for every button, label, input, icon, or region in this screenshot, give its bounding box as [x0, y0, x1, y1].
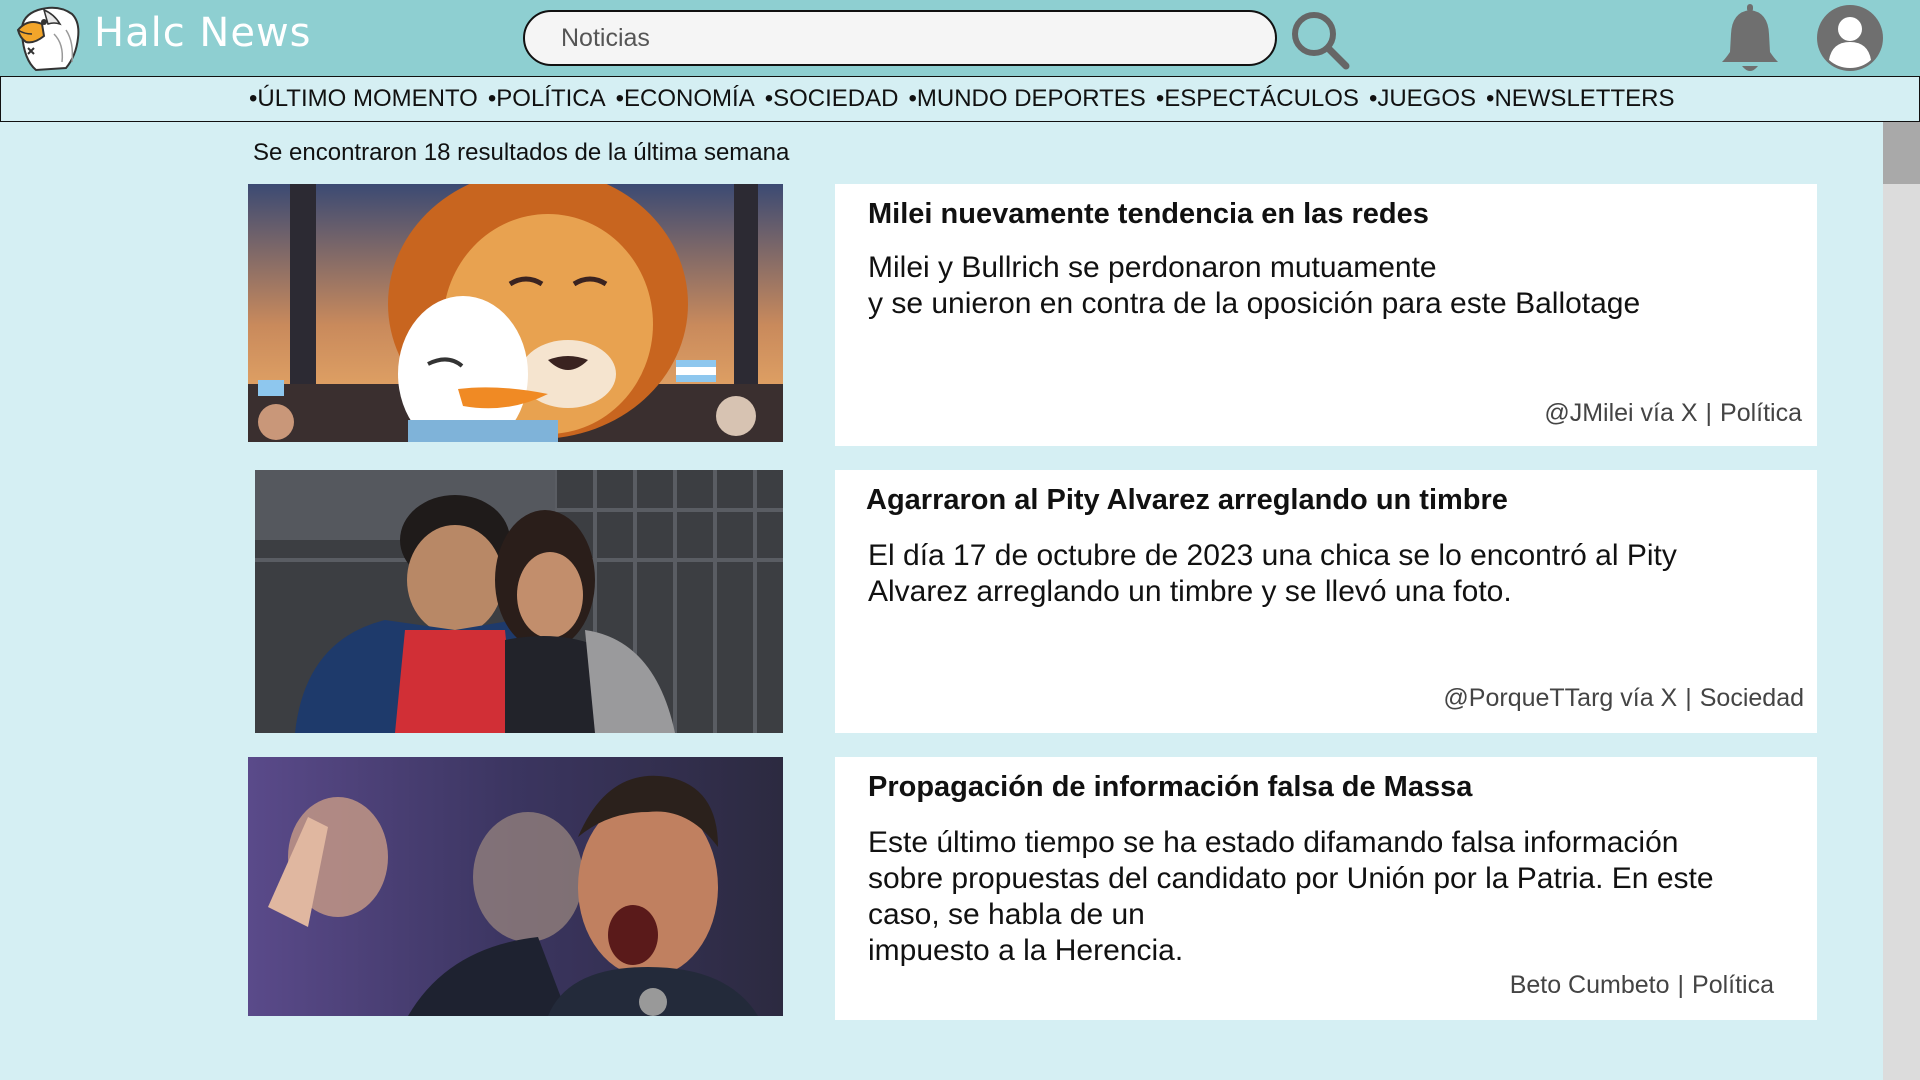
article-1-source: @JMilei vía X | Política [1544, 399, 1802, 428]
article-2-author[interactable]: @PorqueTTarg vía X [1443, 684, 1677, 712]
article-3-image[interactable] [248, 757, 783, 1016]
results-count: Se encontraron 18 resultados de la últim… [253, 139, 790, 166]
top-header: Halc News [0, 0, 1920, 76]
nav-item-espectaculos[interactable]: ESPECTÁCULOS [1156, 85, 1359, 113]
article-1-image[interactable] [248, 184, 783, 442]
user-avatar-icon[interactable] [1816, 4, 1884, 72]
nav-item-ultimo-momento[interactable]: ÚLTIMO MOMENTO [249, 85, 477, 113]
nav-item-economia[interactable]: ECONOMÍA [616, 85, 755, 113]
bell-icon[interactable] [1720, 2, 1780, 74]
nav-items: ÚLTIMO MOMENTO POLÍTICA ECONOMÍA SOCIEDA… [249, 85, 1684, 113]
article-1-author[interactable]: @JMilei vía X [1544, 399, 1697, 427]
article-3-author[interactable]: Beto Cumbeto [1510, 971, 1670, 999]
article-1-card[interactable]: Milei nuevamente tendencia en las redes … [835, 184, 1817, 446]
article-2-image[interactable] [255, 470, 783, 733]
article-1-category[interactable]: Política [1720, 399, 1802, 427]
search-icon[interactable] [1288, 8, 1352, 72]
scrollbar-track[interactable] [1883, 122, 1920, 1080]
article-1-body: Milei y Bullrich se perdonaron mutuament… [868, 251, 1641, 320]
eagle-logo-icon[interactable] [14, 4, 84, 72]
article-3-category[interactable]: Política [1692, 971, 1774, 999]
article-3-title[interactable]: Propagación de información falsa de Mass… [868, 771, 1472, 804]
nav-item-politica[interactable]: POLÍTICA [488, 85, 605, 113]
article-3-card[interactable]: Propagación de información falsa de Mass… [835, 757, 1817, 1020]
article-2-card[interactable]: Agarraron al Pity Alvarez arreglando un … [835, 470, 1817, 733]
nav-item-newsletters[interactable]: NEWSLETTERS [1486, 85, 1674, 113]
article-3-source: Beto Cumbeto | Política [1510, 971, 1774, 1000]
article-2-body: El día 17 de octubre de 2023 una chica s… [868, 539, 1677, 608]
search-input[interactable] [523, 10, 1277, 66]
article-1-title[interactable]: Milei nuevamente tendencia en las redes [868, 198, 1429, 231]
article-2-title[interactable]: Agarraron al Pity Alvarez arreglando un … [866, 484, 1508, 517]
separator: | [1705, 399, 1713, 427]
separator: | [1677, 971, 1685, 999]
separator: | [1685, 684, 1692, 712]
nav-item-juegos[interactable]: JUEGOS [1369, 85, 1476, 113]
scrollbar-thumb[interactable] [1883, 122, 1920, 184]
article-2-source: @PorqueTTarg vía X | Sociedad [1443, 684, 1804, 713]
article-3-body: Este último tiempo se ha estado difamand… [868, 826, 1714, 967]
article-2-category[interactable]: Sociedad [1700, 684, 1804, 712]
category-nav: ÚLTIMO MOMENTO POLÍTICA ECONOMÍA SOCIEDA… [0, 76, 1920, 122]
brand-name[interactable]: Halc News [94, 10, 312, 56]
nav-item-sociedad[interactable]: SOCIEDAD [765, 85, 898, 113]
nav-item-mundo-deportes[interactable]: MUNDO DEPORTES [908, 85, 1146, 113]
